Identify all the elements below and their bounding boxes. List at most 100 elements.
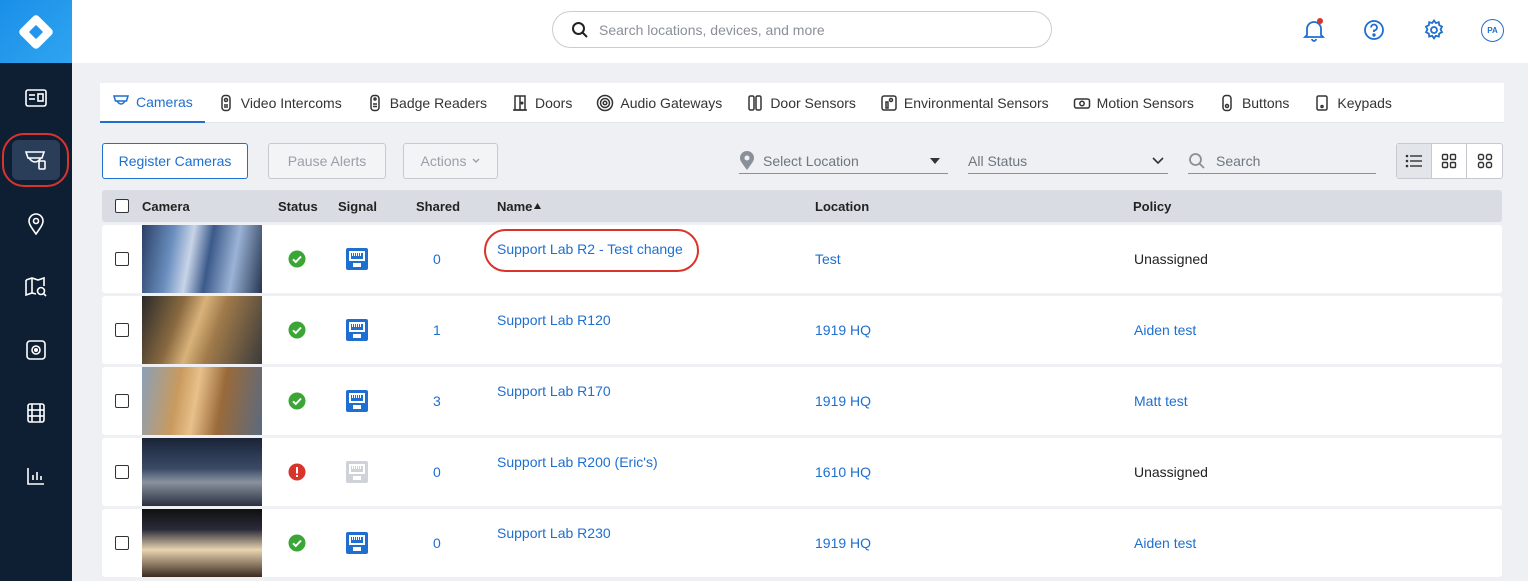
status-cell (288, 296, 306, 364)
column-signal[interactable]: Signal (338, 190, 377, 222)
camera-name-link[interactable]: Support Lab R230 (497, 509, 611, 577)
gear-icon (1424, 19, 1444, 40)
location-link[interactable]: 1919 HQ (815, 367, 871, 435)
status-cell (288, 509, 306, 577)
row-checkbox[interactable] (115, 465, 129, 479)
select-all-cell (115, 190, 129, 222)
camera-name-link[interactable]: Support Lab R170 (497, 367, 611, 435)
user-avatar[interactable]: PA (1481, 19, 1504, 42)
actions-dropdown[interactable]: Actions (403, 143, 498, 179)
policy-cell[interactable]: Aiden test (1134, 509, 1196, 577)
tab-keypads[interactable]: Keypads (1301, 83, 1403, 123)
signal-cell (345, 438, 369, 506)
sidebar-item-footage[interactable] (0, 388, 72, 438)
shared-count[interactable]: 0 (433, 225, 441, 293)
tab-label: Video Intercoms (240, 95, 342, 111)
status-ok-icon (288, 392, 306, 410)
location-link[interactable]: 1610 HQ (815, 438, 871, 506)
location-link[interactable]: Test (815, 225, 841, 293)
signal-cell (345, 367, 369, 435)
shared-count[interactable]: 0 (433, 438, 441, 506)
door-icon (513, 95, 527, 111)
global-search[interactable] (552, 11, 1052, 48)
table-search[interactable]: Search (1188, 148, 1376, 174)
sidebar-item-devices[interactable] (0, 135, 72, 185)
sidebar-item-analytics[interactable] (0, 451, 72, 501)
large-grid-view-button[interactable] (1467, 144, 1502, 178)
sidebar (0, 0, 72, 581)
tab-video-intercoms[interactable]: Video Intercoms (205, 83, 354, 123)
camera-name-link[interactable]: Support Lab R200 (Eric's) (497, 438, 658, 506)
camera-name-link[interactable]: Support Lab R2 - Test change (497, 225, 683, 293)
row-select-cell (115, 438, 129, 506)
column-policy[interactable]: Policy (1133, 190, 1171, 222)
shared-count[interactable]: 1 (433, 296, 441, 364)
table-row[interactable]: 0 Support Lab R200 (Eric's) 1610 HQ Unassig… (102, 438, 1502, 506)
app-logo[interactable] (0, 0, 72, 63)
camera-thumbnail[interactable] (142, 438, 262, 506)
pause-alerts-button[interactable]: Pause Alerts (268, 143, 386, 179)
sidebar-item-vault[interactable] (0, 325, 72, 375)
tab-label: Audio Gateways (620, 95, 723, 111)
tab-audio-gateways[interactable]: Audio Gateways (584, 83, 734, 123)
location-pin-icon (740, 150, 754, 170)
settings-button[interactable] (1421, 17, 1447, 43)
policy-cell[interactable]: Matt test (1134, 367, 1188, 435)
table-row[interactable]: 3 Support Lab R170 1919 HQ Matt test (102, 367, 1502, 435)
tab-label: Buttons (1241, 95, 1290, 111)
sidebar-item-locations[interactable] (0, 199, 72, 249)
notifications-button[interactable] (1301, 17, 1327, 43)
column-status[interactable]: Status (278, 190, 318, 222)
sidebar-item-map-search[interactable] (0, 262, 72, 312)
tab-motion-sensors[interactable]: Motion Sensors (1061, 83, 1206, 123)
grid-view-button[interactable] (1432, 144, 1467, 178)
row-select-cell (115, 509, 129, 577)
column-name[interactable]: Name (497, 190, 542, 222)
motion-sensor-icon (1073, 98, 1090, 109)
location-select[interactable]: Select Location (739, 148, 948, 174)
camera-thumbnail[interactable] (142, 296, 262, 364)
location-select-placeholder: Select Location (763, 152, 859, 169)
large-grid-icon (1477, 153, 1492, 169)
camera-thumbnail[interactable] (142, 225, 262, 293)
table-row[interactable]: 0 Support Lab R230 1919 HQ Aiden test (102, 509, 1502, 577)
tab-buttons[interactable]: Buttons (1206, 83, 1301, 123)
signal-cell (345, 509, 369, 577)
status-select[interactable]: All Status (968, 148, 1168, 174)
tab-door-sensors[interactable]: Door Sensors (734, 83, 868, 123)
location-link[interactable]: 1919 HQ (815, 509, 871, 577)
tab-label: Badge Readers (389, 95, 487, 111)
table-row[interactable]: 1 Support Lab R120 1919 HQ Aiden test (102, 296, 1502, 364)
column-shared[interactable]: Shared (416, 190, 460, 222)
shared-count[interactable]: 0 (433, 509, 441, 577)
camera-thumbnail[interactable] (142, 509, 262, 577)
global-search-input[interactable] (599, 21, 1019, 38)
devices-icon (24, 151, 46, 170)
tab-doors[interactable]: Doors (499, 83, 584, 123)
column-location[interactable]: Location (815, 190, 869, 222)
ethernet-icon (346, 532, 368, 554)
film-icon (27, 403, 45, 423)
policy-cell[interactable]: Aiden test (1134, 296, 1196, 364)
camera-thumbnail[interactable] (142, 367, 262, 435)
select-all-checkbox[interactable] (115, 199, 129, 213)
button-device-icon (1222, 94, 1232, 112)
tab-cameras[interactable]: Cameras (100, 83, 205, 123)
camera-name-link[interactable]: Support Lab R120 (497, 296, 611, 364)
row-checkbox[interactable] (115, 394, 129, 408)
row-checkbox[interactable] (115, 252, 129, 266)
location-pin-icon (28, 213, 44, 235)
tab-badge-readers[interactable]: Badge Readers (354, 83, 499, 123)
row-checkbox[interactable] (115, 323, 129, 337)
help-button[interactable] (1361, 17, 1387, 43)
tab-environmental-sensors[interactable]: Environmental Sensors (868, 83, 1061, 123)
shared-count[interactable]: 3 (433, 367, 441, 435)
sidebar-item-dashboard[interactable] (0, 73, 72, 123)
list-view-button[interactable] (1397, 144, 1432, 178)
table-row[interactable]: 0 Support Lab R2 - Test change Test Unassig… (102, 225, 1502, 293)
ethernet-icon (346, 319, 368, 341)
register-cameras-button[interactable]: Register Cameras (102, 143, 248, 179)
location-link[interactable]: 1919 HQ (815, 296, 871, 364)
column-camera: Camera (142, 198, 190, 214)
row-checkbox[interactable] (115, 536, 129, 550)
